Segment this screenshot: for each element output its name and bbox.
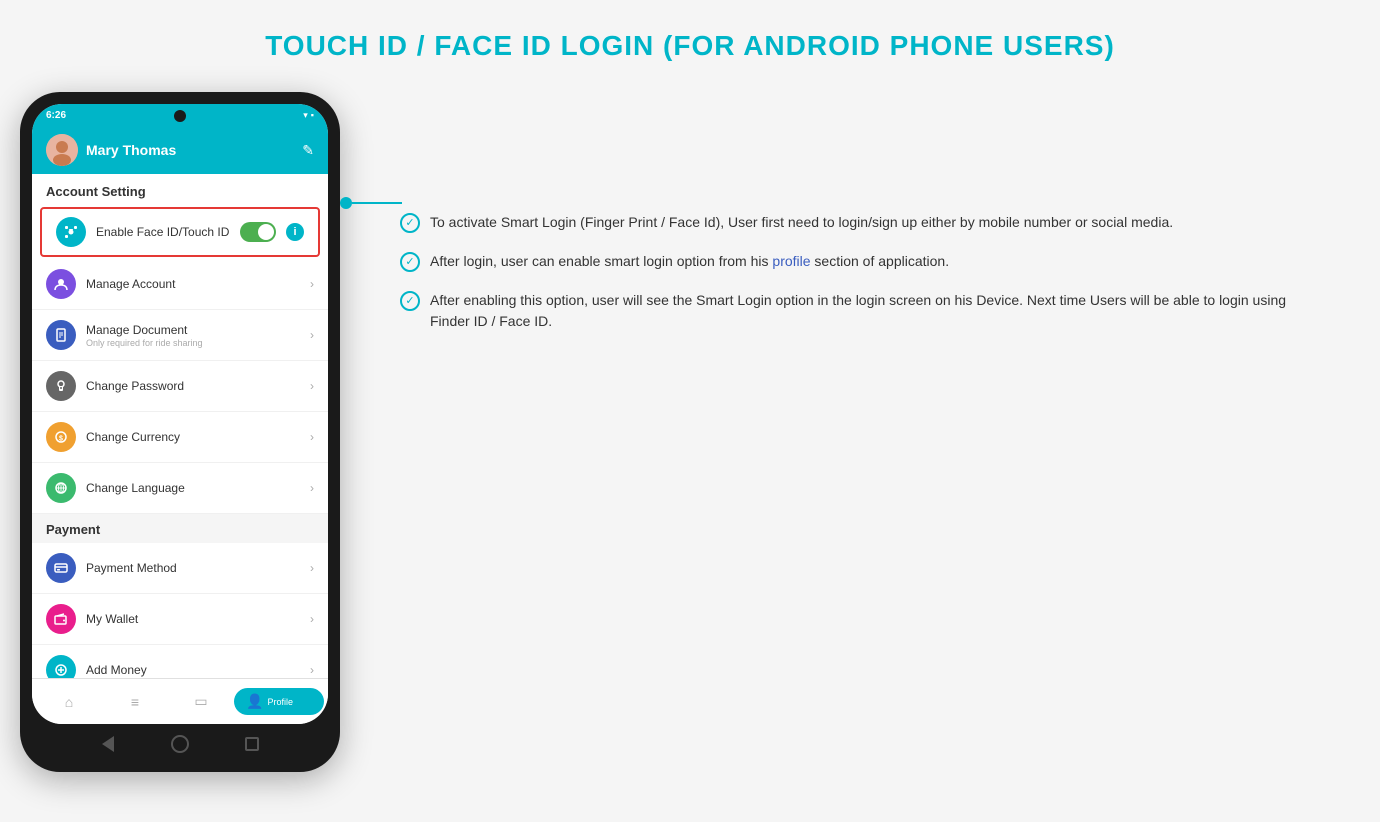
check-icon-2: ✓	[400, 252, 420, 272]
payment-method-label: Payment Method	[86, 561, 300, 575]
face-id-text-container: Enable Face ID/Touch ID	[96, 225, 230, 239]
my-wallet-icon	[46, 604, 76, 634]
check-icon-3: ✓	[400, 291, 420, 311]
check-icon-1: ✓	[400, 213, 420, 233]
profile-icon: 👤	[246, 693, 263, 710]
bottom-nav: ⌂ ≡ ▭ 👤 Profile	[32, 678, 328, 724]
recent-square-icon	[245, 737, 259, 751]
payment-method-icon	[46, 553, 76, 583]
change-password-label: Change Password	[86, 379, 300, 393]
menu-row-payment-method[interactable]: Payment Method ›	[32, 543, 328, 594]
annotation-item-2: ✓ After login, user can enable smart log…	[400, 251, 1320, 272]
annotation-item-1: ✓ To activate Smart Login (Finger Print …	[400, 212, 1320, 233]
my-wallet-label: My Wallet	[86, 612, 300, 626]
face-id-label: Enable Face ID/Touch ID	[96, 225, 230, 239]
profile-link: profile	[772, 253, 810, 269]
change-currency-text: Change Currency	[86, 430, 300, 444]
home-circle-icon	[171, 735, 189, 753]
wifi-icon: ▾	[303, 110, 308, 121]
nav-wallet[interactable]: ▭	[168, 693, 234, 710]
manage-document-label: Manage Document	[86, 323, 300, 337]
nav-home[interactable]: ⌂	[36, 694, 102, 710]
annotation-list: ✓ To activate Smart Login (Finger Print …	[400, 212, 1320, 332]
change-language-icon	[46, 473, 76, 503]
screen-content[interactable]: Account Setting Enable Face ID/Touc	[32, 174, 328, 678]
change-currency-label: Change Currency	[86, 430, 300, 444]
avatar	[46, 134, 78, 166]
my-wallet-text: My Wallet	[86, 612, 300, 626]
connector-dot	[340, 197, 352, 209]
chevron-icon: ›	[310, 612, 314, 626]
back-triangle-icon	[102, 736, 114, 752]
camera-notch	[174, 110, 186, 122]
chevron-icon: ›	[310, 328, 314, 342]
annotation-text-2: After login, user can enable smart login…	[430, 251, 949, 272]
manage-account-text: Manage Account	[86, 277, 300, 291]
home-button[interactable]	[170, 734, 190, 754]
change-language-text: Change Language	[86, 481, 300, 495]
manage-document-subtext: Only required for ride sharing	[86, 338, 300, 348]
face-id-icon	[56, 217, 86, 247]
face-id-row[interactable]: Enable Face ID/Touch ID i	[40, 207, 320, 257]
menu-row-add-money[interactable]: Add Money ›	[32, 645, 328, 678]
chevron-icon: ›	[310, 663, 314, 677]
home-icon: ⌂	[65, 694, 73, 710]
edit-icon[interactable]: ✎	[302, 142, 314, 159]
nav-bookings[interactable]: ≡	[102, 694, 168, 710]
status-icons: ▾ ▪	[303, 110, 314, 121]
change-password-text: Change Password	[86, 379, 300, 393]
payment-method-text: Payment Method	[86, 561, 300, 575]
menu-row-change-password[interactable]: Change Password ›	[32, 361, 328, 412]
profile-nav-label: Profile	[267, 697, 293, 707]
nav-profile[interactable]: 👤 Profile	[234, 688, 324, 715]
main-content: 6:26 ▾ ▪ Mary Thomas	[20, 92, 1360, 772]
phone-mockup: 6:26 ▾ ▪ Mary Thomas	[20, 92, 340, 772]
add-money-icon	[46, 655, 76, 678]
face-id-toggle[interactable]	[240, 222, 276, 242]
menu-row-manage-document[interactable]: Manage Document Only required for ride s…	[32, 310, 328, 361]
chevron-icon: ›	[310, 481, 314, 495]
manage-account-icon	[46, 269, 76, 299]
connector	[340, 197, 402, 209]
toggle-knob	[258, 224, 274, 240]
chevron-icon: ›	[310, 379, 314, 393]
add-money-label: Add Money	[86, 663, 300, 677]
annotation-text-3: After enabling this option, user will se…	[430, 290, 1320, 332]
chevron-icon: ›	[310, 277, 314, 291]
menu-row-change-language[interactable]: Change Language ›	[32, 463, 328, 514]
manage-document-text: Manage Document Only required for ride s…	[86, 323, 300, 348]
phone-bottom	[32, 724, 328, 760]
svg-text:$: $	[59, 436, 63, 443]
page-title: TOUCH ID / FACE ID LOGIN (FOR ANDROID PH…	[265, 30, 1115, 62]
menu-row-my-wallet[interactable]: My Wallet ›	[32, 594, 328, 645]
annotation-text-1: To activate Smart Login (Finger Print / …	[430, 212, 1173, 233]
menu-row-change-currency[interactable]: $ Change Currency ›	[32, 412, 328, 463]
app-header: Mary Thomas ✎	[32, 126, 328, 174]
manage-document-icon	[46, 320, 76, 350]
change-currency-icon: $	[46, 422, 76, 452]
account-section-header: Account Setting	[32, 174, 328, 205]
add-money-text: Add Money	[86, 663, 300, 677]
recent-button[interactable]	[242, 734, 262, 754]
user-name: Mary Thomas	[86, 142, 176, 158]
change-language-label: Change Language	[86, 481, 300, 495]
change-password-icon	[46, 371, 76, 401]
annotation-item-3: ✓ After enabling this option, user will …	[400, 290, 1320, 332]
payment-section-header: Payment	[32, 514, 328, 543]
back-button[interactable]	[98, 734, 118, 754]
chevron-icon: ›	[310, 561, 314, 575]
connector-line	[352, 202, 402, 204]
manage-account-label: Manage Account	[86, 277, 300, 291]
phone-screen: 6:26 ▾ ▪ Mary Thomas	[32, 104, 328, 724]
annotation-area: ✓ To activate Smart Login (Finger Print …	[340, 92, 1360, 352]
menu-row-manage-account[interactable]: Manage Account ›	[32, 259, 328, 310]
wallet-nav-icon: ▭	[194, 693, 207, 710]
user-info: Mary Thomas	[46, 134, 176, 166]
info-button[interactable]: i	[286, 223, 304, 241]
chevron-icon: ›	[310, 430, 314, 444]
battery-icon: ▪	[311, 110, 314, 120]
bookings-icon: ≡	[131, 694, 139, 710]
status-time: 6:26	[46, 110, 66, 121]
